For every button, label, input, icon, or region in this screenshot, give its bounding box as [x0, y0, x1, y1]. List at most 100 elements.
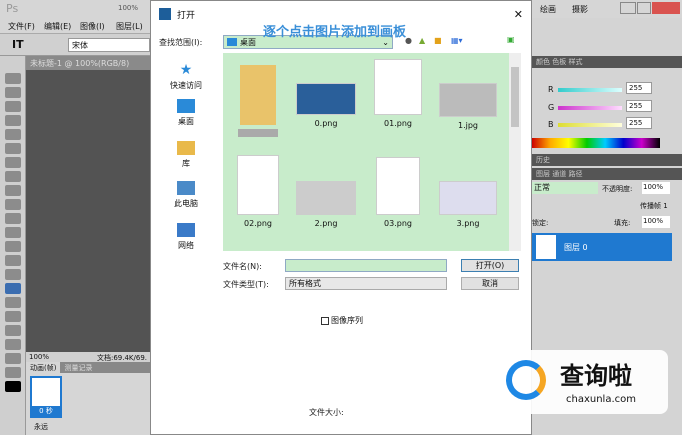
- file-item-folder[interactable]: [223, 65, 293, 137]
- healing-icon[interactable]: [5, 157, 21, 168]
- tab-channels[interactable]: 通道: [552, 170, 566, 178]
- text-tool-icon[interactable]: IT: [12, 38, 24, 51]
- layers-panel-tabs: 图层 通道 路径: [532, 168, 682, 180]
- g-label: G: [548, 103, 555, 112]
- file-item[interactable]: 2.png: [291, 181, 361, 228]
- tab-measure-log[interactable]: 测量记录: [60, 362, 96, 373]
- sidebar-this-pc[interactable]: 此电脑: [161, 181, 211, 209]
- scroll-thumb[interactable]: [511, 67, 519, 127]
- tab-paths[interactable]: 路径: [568, 170, 582, 178]
- move-tool-icon[interactable]: [5, 73, 21, 84]
- tab-swatches[interactable]: 色板: [552, 58, 566, 66]
- history-tab[interactable]: 历史: [532, 154, 682, 166]
- history-brush-icon[interactable]: [5, 199, 21, 210]
- layer-thumbnail: [536, 235, 556, 259]
- filename-input[interactable]: [285, 259, 447, 272]
- file-name: 01.png: [384, 119, 412, 128]
- watermark-logo-icon: [506, 360, 546, 400]
- maximize-button[interactable]: [637, 2, 651, 14]
- tab-layers[interactable]: 图层: [536, 170, 550, 178]
- file-name: 2.png: [314, 219, 338, 228]
- checkbox-label: 图像序列: [331, 316, 363, 325]
- 3d-rotate-icon[interactable]: [5, 325, 21, 336]
- zoom-select[interactable]: 100%: [118, 4, 138, 12]
- color-spectrum[interactable]: [532, 138, 660, 148]
- workspace-photography[interactable]: 摄影: [572, 4, 588, 15]
- sidebar-label: 库: [182, 159, 190, 168]
- eraser-icon[interactable]: [5, 213, 21, 224]
- menu-edit[interactable]: 编辑(E): [44, 21, 71, 32]
- animation-frame[interactable]: 0 秒: [30, 376, 62, 418]
- hand-icon[interactable]: [5, 353, 21, 364]
- file-item[interactable]: 1.jpg: [433, 83, 503, 130]
- watermark-brand: 查询啦: [560, 362, 632, 390]
- propagate-frame-checkbox[interactable]: 传播帧 1: [640, 201, 668, 211]
- 3d-orbit-icon[interactable]: [5, 339, 21, 350]
- file-item[interactable]: 01.png: [363, 59, 433, 128]
- workspace-painting[interactable]: 绘画: [540, 4, 556, 15]
- cancel-button[interactable]: 取消: [461, 277, 519, 290]
- open-button[interactable]: 打开(O): [461, 259, 519, 272]
- new-folder-icon[interactable]: ■: [434, 36, 442, 45]
- r-value[interactable]: 255: [626, 82, 652, 94]
- opacity-input[interactable]: 100%: [642, 182, 670, 194]
- tab-color[interactable]: 颜色: [536, 58, 550, 66]
- loop-select[interactable]: 永远: [34, 422, 48, 432]
- file-item[interactable]: 0.png: [291, 83, 361, 128]
- dodge-icon[interactable]: [5, 255, 21, 266]
- close-app-button[interactable]: [652, 2, 680, 14]
- pen-icon[interactable]: [5, 269, 21, 280]
- file-list-scrollbar[interactable]: [509, 53, 521, 251]
- file-item[interactable]: 3.png: [433, 181, 503, 228]
- gradient-icon[interactable]: [5, 227, 21, 238]
- font-family-input[interactable]: 宋体: [68, 38, 150, 52]
- marquee-tool-icon[interactable]: [5, 87, 21, 98]
- back-icon[interactable]: ●: [405, 36, 412, 45]
- menu-image[interactable]: 图像(I): [80, 21, 105, 32]
- file-item[interactable]: 02.png: [223, 155, 293, 228]
- minimize-button[interactable]: [620, 2, 636, 14]
- menu-layer[interactable]: 图层(L): [116, 21, 143, 32]
- status-zoom[interactable]: 100%: [29, 353, 49, 361]
- brush-icon[interactable]: [5, 171, 21, 182]
- fill-input[interactable]: 100%: [642, 216, 670, 228]
- document-tab[interactable]: 未标题-1 @ 100%(RGB/8): [26, 56, 150, 70]
- sidebar-label: 快速访问: [170, 81, 202, 90]
- view-menu-icon[interactable]: ▦▾: [451, 36, 463, 45]
- stamp-icon[interactable]: [5, 185, 21, 196]
- color-swatch-icon[interactable]: [5, 381, 21, 392]
- filetype-select[interactable]: 所有格式: [285, 277, 447, 290]
- file-item[interactable]: 03.png: [363, 157, 433, 228]
- sidebar-desktop[interactable]: 桌面: [161, 99, 211, 127]
- layer-row[interactable]: 图层 0: [532, 233, 672, 261]
- b-slider[interactable]: [558, 123, 622, 127]
- image-sequence-checkbox[interactable]: 图像序列: [321, 315, 363, 326]
- sidebar-library[interactable]: 库: [161, 141, 211, 169]
- shape-icon[interactable]: [5, 311, 21, 322]
- b-value[interactable]: 255: [626, 117, 652, 129]
- g-slider[interactable]: [558, 106, 622, 110]
- g-value[interactable]: 255: [626, 100, 652, 112]
- tab-animation[interactable]: 动画(帧): [26, 362, 61, 373]
- eyedropper-icon[interactable]: [5, 143, 21, 154]
- sidebar-quick-access[interactable]: ★ 快速访问: [161, 63, 211, 91]
- status-bar: 100% 文档:69.4K/69.: [26, 352, 150, 362]
- quick-select-icon[interactable]: [5, 115, 21, 126]
- zoom-icon[interactable]: [5, 367, 21, 378]
- star-icon: ★: [179, 62, 193, 78]
- crop-tool-icon[interactable]: [5, 129, 21, 140]
- blur-icon[interactable]: [5, 241, 21, 252]
- lasso-tool-icon[interactable]: [5, 101, 21, 112]
- path-select-icon[interactable]: [5, 297, 21, 308]
- sidebar-network[interactable]: 网络: [161, 223, 211, 251]
- blend-mode-select[interactable]: 正常: [532, 182, 598, 194]
- frame-delay[interactable]: 0 秒: [32, 406, 60, 416]
- menu-file[interactable]: 文件(F): [8, 21, 35, 32]
- close-icon[interactable]: ✕: [514, 8, 523, 21]
- folder-up-icon[interactable]: ▣: [507, 35, 515, 44]
- up-folder-icon[interactable]: ▲: [419, 36, 425, 45]
- checkbox-icon[interactable]: [321, 316, 329, 325]
- tab-styles[interactable]: 样式: [568, 58, 582, 66]
- type-tool-icon[interactable]: [5, 283, 21, 294]
- r-slider[interactable]: [558, 88, 622, 92]
